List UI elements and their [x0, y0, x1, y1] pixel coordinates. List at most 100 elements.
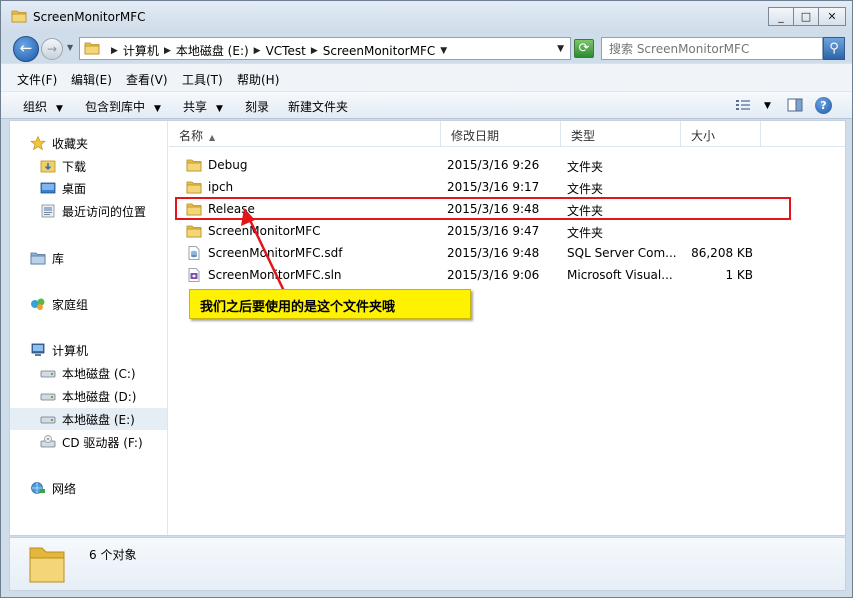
nav-favorites[interactable]: 收藏夹 — [10, 132, 167, 154]
cd-drive-icon — [40, 435, 56, 448]
sdf-file-icon — [188, 246, 200, 260]
breadcrumb-item[interactable]: ▶ 计算机 — [106, 42, 159, 59]
annotation-callout: 我们之后要使用的是这个文件夹哦 — [189, 289, 471, 319]
window-title: ScreenMonitorMFC — [33, 10, 146, 24]
nav-drive-c[interactable]: 本地磁盘 (C:) — [10, 362, 167, 384]
file-row-ipch[interactable]: ipch 2015/3/16 9:17 文件夹 — [169, 176, 845, 198]
column-header: 名称 ▲ 修改日期 类型 大小 — [169, 121, 845, 147]
nav-downloads[interactable]: 下载 — [10, 155, 167, 177]
folder-icon — [186, 181, 202, 194]
search-input[interactable] — [609, 39, 819, 59]
nav-computer[interactable]: 计算机 — [10, 339, 167, 361]
search-button[interactable]: ⚲ — [823, 37, 845, 60]
breadcrumb-item[interactable]: ▶ 本地磁盘 (E:) — [159, 42, 249, 59]
navigation-pane: 收藏夹 下载 桌面 最近访问的位置 库 家庭组 计算机 本地磁盘 (C:) 本地… — [10, 121, 168, 535]
column-type[interactable]: 类型 — [561, 121, 681, 147]
command-bar: 组织 ▼ 包含到库中 ▼ 共享 ▼ 刻录 新建文件夹 ▼ ? — [1, 91, 852, 119]
minimize-button[interactable]: _ — [768, 7, 794, 26]
file-row-sdf[interactable]: ScreenMonitorMFC.sdf 2015/3/16 9:48 SQL … — [169, 242, 845, 264]
address-history-dropdown[interactable]: ▼ — [557, 44, 564, 54]
title-bar[interactable]: ScreenMonitorMFC _ □ ✕ — [1, 1, 852, 33]
breadcrumb: ▶ 计算机 ▶ 本地磁盘 (E:) ▶ VCTest ▶ ScreenMonitorMF… — [106, 42, 452, 59]
recent-pages-dropdown[interactable]: ▼ — [67, 43, 73, 52]
column-size[interactable]: 大小 — [681, 121, 761, 147]
nav-drive-d[interactable]: 本地磁盘 (D:) — [10, 385, 167, 407]
sort-ascending-icon: ▲ — [209, 133, 216, 142]
folder-icon — [29, 547, 65, 583]
library-icon — [30, 252, 46, 265]
nav-drive-e[interactable]: 本地磁盘 (E:) — [10, 408, 167, 430]
column-date[interactable]: 修改日期 — [441, 121, 561, 147]
file-date: 2015/3/16 9:17 — [447, 180, 540, 194]
search-icon: ⚲ — [829, 41, 839, 56]
star-icon — [30, 136, 46, 150]
nav-libraries[interactable]: 库 — [10, 247, 167, 269]
preview-pane-icon[interactable] — [787, 98, 803, 112]
new-folder-button[interactable]: 新建文件夹 — [288, 98, 348, 115]
chevron-down-icon[interactable]: ▼ — [440, 46, 447, 56]
refresh-button[interactable]: ⟳ — [574, 39, 594, 58]
share-button[interactable]: 共享 ▼ — [183, 98, 223, 115]
folder-icon — [186, 225, 202, 238]
file-type: 文件夹 — [567, 182, 604, 196]
folder-icon — [84, 42, 100, 55]
breadcrumb-item[interactable]: ▶ ScreenMonitorMFC ▼ — [306, 44, 452, 58]
menu-help[interactable]: 帮助(H) — [237, 71, 279, 88]
chevron-right-icon: ▶ — [111, 45, 118, 56]
network-icon — [31, 482, 45, 494]
menu-tools[interactable]: 工具(T) — [182, 71, 223, 88]
maximize-button[interactable]: □ — [793, 7, 819, 26]
nav-recent-places[interactable]: 最近访问的位置 — [10, 200, 167, 222]
include-library-button[interactable]: 包含到库中 ▼ — [85, 98, 161, 115]
forward-button[interactable]: → — [41, 38, 63, 60]
explorer-window: ScreenMonitorMFC _ □ ✕ ← → ▼ ▶ 计算机 ▶ 本地磁盘 … — [0, 0, 853, 598]
file-name: ipch — [208, 180, 234, 194]
desktop-icon — [40, 182, 56, 194]
highlight-box — [175, 197, 791, 220]
menu-edit[interactable]: 编辑(E) — [71, 71, 112, 88]
file-size: 1 KB — [725, 268, 753, 282]
burn-button[interactable]: 刻录 — [245, 98, 269, 115]
chevron-down-icon: ▼ — [216, 104, 223, 114]
file-row-sln[interactable]: ScreenMonitorMFC.sln 2015/3/16 9:06 Micr… — [169, 264, 845, 286]
nav-homegroup[interactable]: 家庭组 — [10, 293, 167, 315]
file-date: 2015/3/16 9:47 — [447, 224, 540, 238]
menu-bar: 文件(F) 编辑(E) 查看(V) 工具(T) 帮助(H) — [1, 63, 852, 91]
file-date: 2015/3/16 9:48 — [447, 246, 540, 260]
column-name[interactable]: 名称 ▲ — [169, 121, 441, 147]
chevron-down-icon: ▼ — [56, 104, 63, 114]
back-button[interactable]: ← — [13, 36, 39, 62]
file-list: 名称 ▲ 修改日期 类型 大小 Debug 2015/3/16 9:26 文件夹 … — [169, 121, 845, 535]
hard-drive-icon — [40, 393, 56, 401]
file-type: 文件夹 — [567, 160, 604, 174]
homegroup-icon — [31, 298, 45, 310]
nav-desktop[interactable]: 桌面 — [10, 177, 167, 199]
file-row-debug[interactable]: Debug 2015/3/16 9:26 文件夹 — [169, 154, 845, 176]
view-options-dropdown[interactable]: ▼ — [764, 101, 771, 111]
downloads-folder-icon — [40, 160, 56, 173]
file-row-screenmonitormfc[interactable]: ScreenMonitorMFC 2015/3/16 9:47 文件夹 — [169, 220, 845, 242]
file-name: Debug — [208, 158, 248, 172]
close-button[interactable]: ✕ — [818, 7, 846, 26]
recent-places-icon — [41, 204, 55, 218]
file-type: SQL Server Com... — [567, 246, 677, 260]
file-type: Microsoft Visual... — [567, 268, 673, 282]
folder-icon — [11, 10, 27, 23]
address-box[interactable]: ▶ 计算机 ▶ 本地磁盘 (E:) ▶ VCTest ▶ ScreenMonitorMF… — [79, 37, 571, 60]
search-box — [601, 37, 823, 60]
menu-file[interactable]: 文件(F) — [17, 71, 57, 88]
view-options-icon[interactable] — [735, 98, 751, 112]
menu-view[interactable]: 查看(V) — [126, 71, 168, 88]
arrow-right-icon: → — [46, 42, 58, 56]
content-area: 收藏夹 下载 桌面 最近访问的位置 库 家庭组 计算机 本地磁盘 (C:) 本地… — [9, 120, 846, 536]
hard-drive-icon — [40, 416, 56, 424]
help-icon[interactable]: ? — [815, 97, 832, 114]
refresh-icon: ⟳ — [578, 41, 590, 56]
computer-icon — [31, 343, 45, 356]
chevron-right-icon: ▶ — [163, 45, 171, 56]
nav-drive-f[interactable]: CD 驱动器 (F:) — [10, 431, 167, 453]
breadcrumb-item[interactable]: ▶ VCTest — [249, 44, 306, 58]
address-bar: ← → ▼ ▶ 计算机 ▶ 本地磁盘 (E:) ▶ VCTest ▶ ScreenMon… — [1, 33, 852, 63]
organize-button[interactable]: 组织 ▼ — [23, 98, 63, 115]
nav-network[interactable]: 网络 — [10, 477, 167, 499]
